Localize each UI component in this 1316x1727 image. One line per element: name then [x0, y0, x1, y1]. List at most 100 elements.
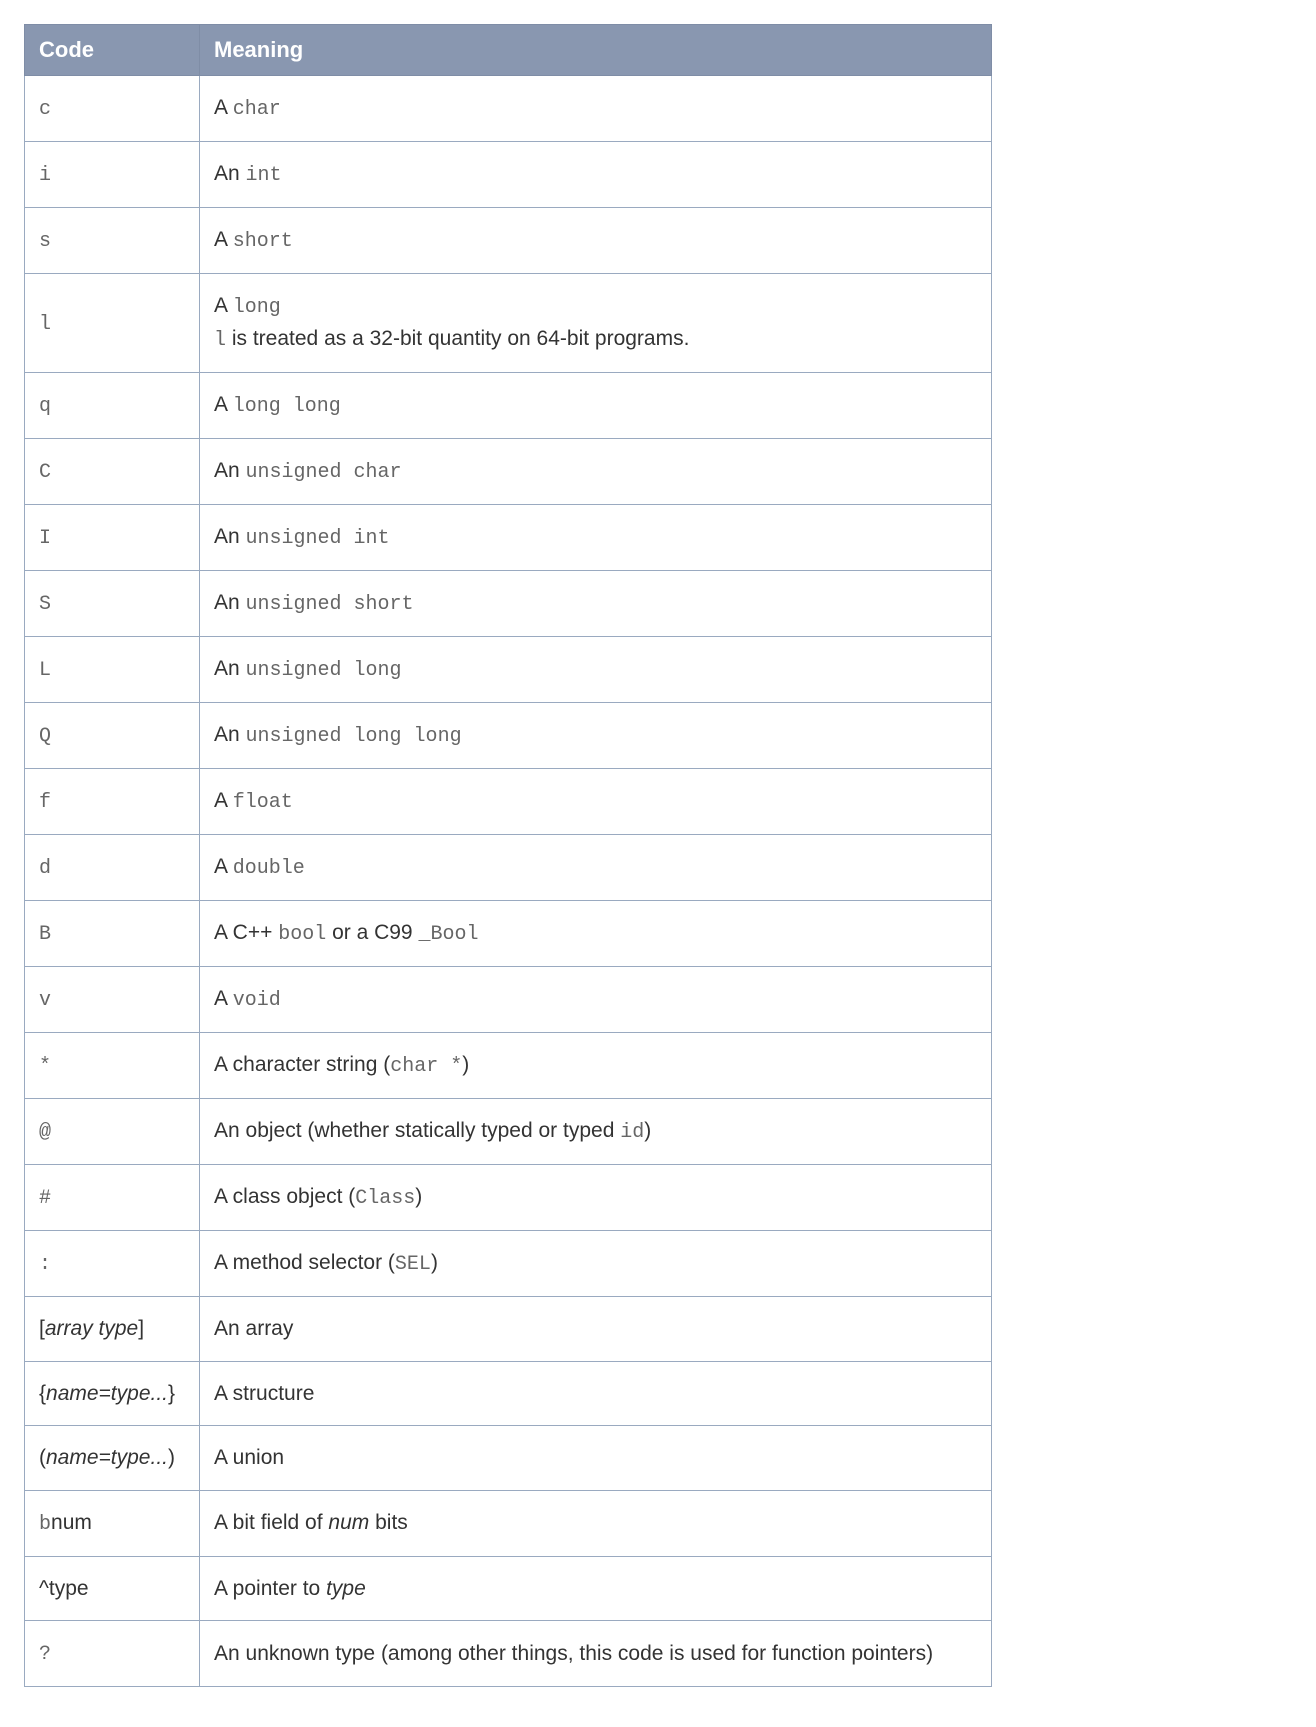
cell-meaning: A void — [200, 967, 992, 1033]
code-literal: long long — [233, 395, 341, 418]
cell-code: s — [25, 208, 200, 274]
text: A — [214, 855, 233, 878]
code-literal: SEL — [395, 1253, 431, 1276]
cell-meaning: An unsigned long long — [200, 703, 992, 769]
cell-meaning: A character string (char *) — [200, 1033, 992, 1099]
code-literal: l — [214, 329, 226, 352]
text: An — [214, 591, 246, 614]
table-row: fA float — [25, 769, 992, 835]
code-literal: C — [39, 461, 51, 484]
table-row: IAn unsigned int — [25, 505, 992, 571]
code-literal: S — [39, 593, 51, 616]
italic-text: name=type... — [46, 1382, 168, 1405]
header-code: Code — [25, 25, 200, 76]
text: bits — [369, 1511, 408, 1534]
text: ) — [431, 1251, 438, 1274]
text: A — [214, 294, 233, 317]
text: A pointer to — [214, 1577, 326, 1600]
code-literal: unsigned short — [246, 593, 414, 616]
text: A class object ( — [214, 1185, 355, 1208]
text: An — [214, 162, 246, 185]
text: A bit field of — [214, 1511, 328, 1534]
cell-meaning: A float — [200, 769, 992, 835]
text: An — [214, 723, 246, 746]
code-literal: c — [39, 98, 51, 121]
cell-code: @ — [25, 1099, 200, 1165]
code-literal: B — [39, 923, 51, 946]
code-literal: Class — [355, 1187, 415, 1210]
text: A — [214, 987, 233, 1010]
code-literal: L — [39, 659, 51, 682]
italic-text: name=type... — [46, 1446, 168, 1469]
text: A — [214, 228, 233, 251]
text: ^type — [39, 1577, 89, 1600]
text: A — [214, 789, 233, 812]
table-row: b numA bit field of num bits — [25, 1490, 992, 1556]
code-literal: d — [39, 857, 51, 880]
cell-code: ^type — [25, 1556, 200, 1621]
table-row: Q An unsigned long long — [25, 703, 992, 769]
table-row: i An int — [25, 142, 992, 208]
text: ( — [39, 1446, 46, 1469]
text: An — [214, 459, 246, 482]
text: ) — [644, 1119, 651, 1142]
table-row: B A C++ bool or a C99 _Bool — [25, 901, 992, 967]
cell-code: l — [25, 274, 200, 373]
cell-meaning: A bit field of num bits — [200, 1490, 992, 1556]
code-literal: l — [39, 313, 51, 336]
cell-code: c — [25, 76, 200, 142]
table-row: ^type A pointer to type — [25, 1556, 992, 1621]
page-wrap: Code Meaning cA chariAn intsA shortlA lo… — [0, 0, 1268, 1727]
cell-meaning: An unknown type (among other things, thi… — [200, 1621, 992, 1687]
cell-meaning: A union — [200, 1426, 992, 1491]
cell-meaning: An array — [200, 1297, 992, 1362]
table-row: c A char — [25, 76, 992, 142]
code-literal: : — [39, 1253, 51, 1276]
cell-meaning: A method selector (SEL) — [200, 1231, 992, 1297]
cell-meaning: A C++ bool or a C99 _Bool — [200, 901, 992, 967]
text: ] — [138, 1317, 144, 1340]
cell-meaning: A pointer to type — [200, 1556, 992, 1621]
table-row: LAn unsigned long — [25, 637, 992, 703]
cell-code: Q — [25, 703, 200, 769]
cell-code: : — [25, 1231, 200, 1297]
code-literal: bool — [278, 923, 326, 946]
code-literal: short — [233, 230, 293, 253]
code-literal: b — [39, 1513, 51, 1536]
cell-meaning: A longl is treated as a 32-bit quantity … — [200, 274, 992, 373]
text: A C++ — [214, 921, 278, 944]
text: ) — [462, 1053, 469, 1076]
table-row: @ An object (whether statically typed or … — [25, 1099, 992, 1165]
code-literal: i — [39, 164, 51, 187]
text: A — [214, 96, 233, 119]
text: A — [214, 393, 233, 416]
text: { — [39, 1382, 46, 1405]
header-meaning: Meaning — [200, 25, 992, 76]
type-encodings-table: Code Meaning cA chariAn intsA shortlA lo… — [24, 24, 992, 1687]
italic-text: num — [328, 1511, 369, 1534]
table-row: S An unsigned short — [25, 571, 992, 637]
cell-code: d — [25, 835, 200, 901]
table-row: vA void — [25, 967, 992, 1033]
code-literal: unsigned long — [246, 659, 402, 682]
cell-code: S — [25, 571, 200, 637]
code-literal: Q — [39, 725, 51, 748]
table-row: #A class object (Class) — [25, 1165, 992, 1231]
code-literal: int — [246, 164, 282, 187]
table-row: (name=type...) A union — [25, 1426, 992, 1491]
text: ) — [415, 1185, 422, 1208]
text: An object (whether statically typed or t… — [214, 1119, 620, 1142]
table-row: lA longl is treated as a 32-bit quantity… — [25, 274, 992, 373]
table-row: ?An unknown type (among other things, th… — [25, 1621, 992, 1687]
table-row: s A short — [25, 208, 992, 274]
code-literal: float — [233, 791, 293, 814]
cell-code: C — [25, 439, 200, 505]
cell-code: [array type] — [25, 1297, 200, 1362]
text: ) — [168, 1446, 175, 1469]
cell-meaning: An object (whether statically typed or t… — [200, 1099, 992, 1165]
italic-text: array type — [45, 1317, 138, 1340]
cell-meaning: A char — [200, 76, 992, 142]
text: A structure — [214, 1382, 314, 1405]
code-literal: s — [39, 230, 51, 253]
code-literal: unsigned long long — [246, 725, 462, 748]
